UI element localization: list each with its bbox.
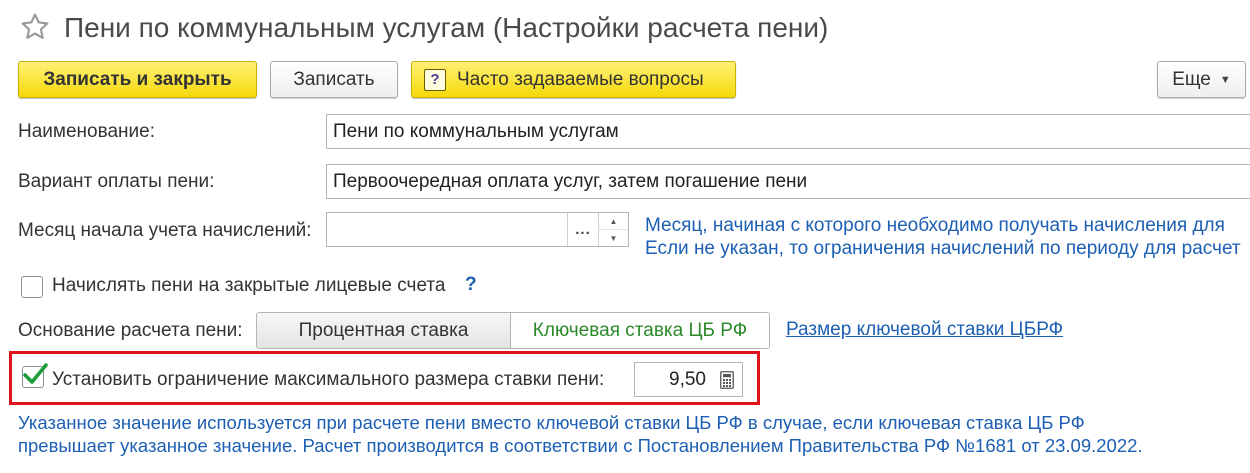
- closed-accounts-checkbox[interactable]: [21, 276, 43, 298]
- calc-basis-toggle: Процентная ставка Ключевая ставка ЦБ РФ: [256, 312, 770, 349]
- spin-down-icon[interactable]: ▼: [599, 230, 628, 246]
- save-and-close-button[interactable]: Записать и закрыть: [18, 61, 257, 98]
- start-month-hint-line2: Если не указан, то ограничения начислени…: [645, 238, 1241, 259]
- faq-button[interactable]: ? Часто задаваемые вопросы: [411, 61, 736, 98]
- checkmark-icon: [23, 363, 48, 384]
- faq-button-label: Часто задаваемые вопросы: [457, 68, 704, 90]
- start-month-hint-line1: Месяц, начиная с которого необходимо пол…: [645, 215, 1225, 236]
- caret-down-icon: ▼: [1219, 73, 1231, 86]
- note-line2: превышает указанное значение. Расчет про…: [18, 435, 1143, 456]
- star-outline-icon[interactable]: [18, 10, 52, 44]
- month-spinner: ▲ ▼: [598, 213, 628, 246]
- calc-basis-label: Основание расчета пени:: [18, 320, 243, 341]
- note-line1: Указанное значение используется при расч…: [18, 412, 1085, 433]
- option-key-rate[interactable]: Ключевая ставка ЦБ РФ: [511, 313, 769, 348]
- closed-accounts-label: Начислять пени на закрытые лицевые счета: [52, 275, 446, 296]
- page-title: Пени по коммунальным услугам (Настройки …: [64, 12, 829, 43]
- save-button[interactable]: Записать: [270, 61, 398, 98]
- question-box-icon: ?: [424, 68, 446, 91]
- start-month-label: Месяц начала учета начислений:: [18, 220, 312, 241]
- key-rate-link[interactable]: Размер ключевой ставки ЦБРФ: [786, 319, 1063, 341]
- payment-variant-label: Вариант оплаты пени:: [18, 171, 215, 192]
- form-window: Пени по коммунальным услугам (Настройки …: [0, 0, 1250, 473]
- more-menu-button[interactable]: Еще ▼: [1157, 61, 1246, 98]
- start-month-field: ... ▲ ▼: [326, 212, 629, 247]
- name-label: Наименование:: [18, 121, 155, 142]
- name-field[interactable]: Пени по коммунальным услугам: [326, 114, 1250, 149]
- calculator-icon[interactable]: [712, 363, 742, 396]
- more-button-label: Еще: [1172, 68, 1211, 90]
- max-rate-label: Установить ограничение максимального раз…: [52, 369, 605, 390]
- spin-up-icon[interactable]: ▲: [599, 213, 628, 230]
- payment-variant-value: Первоочередная оплата услуг, затем погаш…: [333, 170, 808, 192]
- help-icon[interactable]: ?: [465, 274, 477, 296]
- max-rate-checkbox[interactable]: [22, 363, 48, 388]
- option-percent-rate[interactable]: Процентная ставка: [257, 313, 511, 348]
- max-rate-input[interactable]: 9,50: [635, 363, 712, 396]
- select-button[interactable]: ...: [567, 213, 598, 246]
- max-rate-field: 9,50: [634, 362, 743, 397]
- start-month-input[interactable]: [327, 213, 567, 246]
- payment-variant-field[interactable]: Первоочередная оплата услуг, затем погаш…: [326, 164, 1250, 199]
- name-field-value: Пени по коммунальным услугам: [333, 120, 619, 142]
